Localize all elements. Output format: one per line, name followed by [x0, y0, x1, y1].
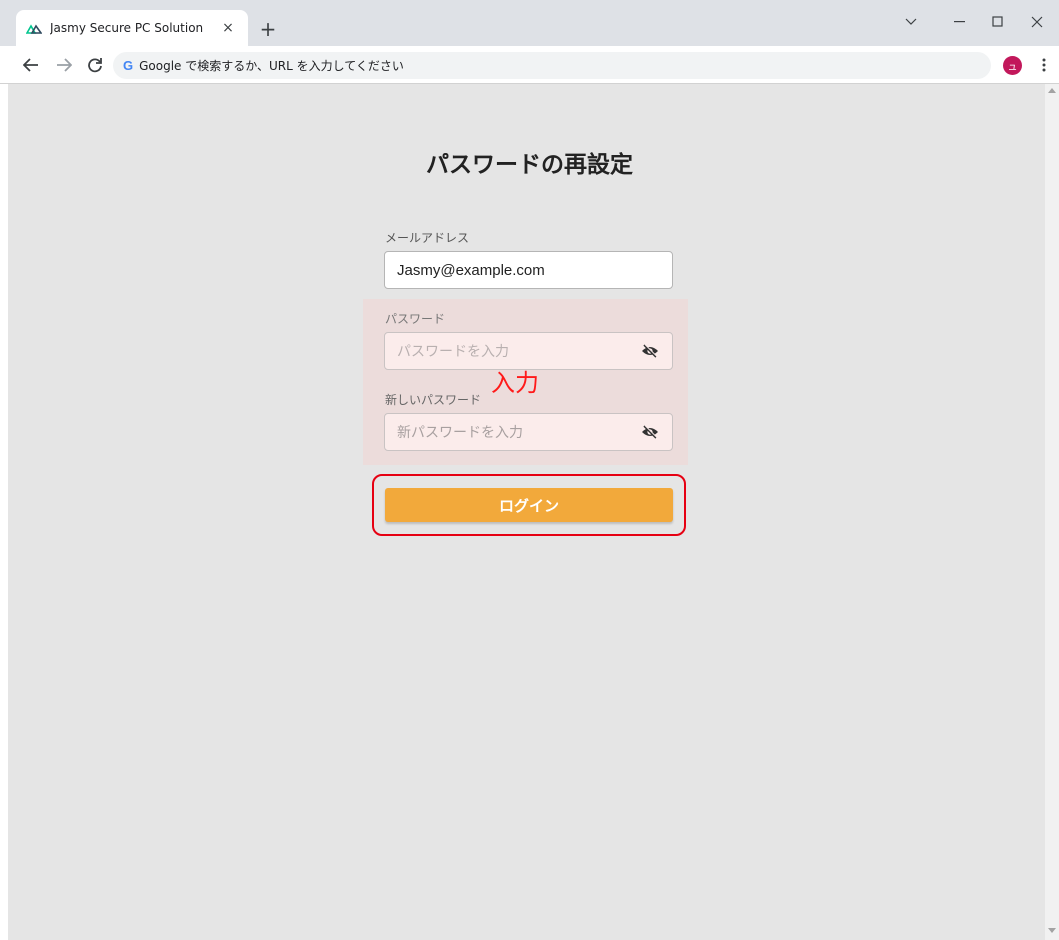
nuxt-logo-icon	[26, 20, 42, 36]
password-field[interactable]: パスワードを入力	[384, 332, 673, 370]
kebab-menu-icon[interactable]	[1036, 55, 1052, 75]
tab-search-icon[interactable]	[891, 8, 931, 36]
input-annotation: 入力	[491, 369, 539, 397]
new-tab-button[interactable]: +	[258, 19, 278, 39]
page-title: パスワードの再設定	[426, 152, 633, 178]
back-arrow-icon[interactable]	[19, 53, 43, 77]
maximize-icon[interactable]	[978, 8, 1018, 36]
address-bar[interactable]: G Google で検索するか、URL を入力してください	[113, 52, 991, 79]
browser-tab[interactable]: Jasmy Secure PC Solution ×	[16, 10, 248, 46]
window-close-icon[interactable]	[1017, 8, 1057, 36]
login-button[interactable]: ログイン	[385, 488, 673, 522]
password-placeholder: パスワードを入力	[397, 344, 509, 360]
email-label: メールアドレス	[385, 231, 470, 245]
email-field[interactable]: Jasmy@example.com	[384, 251, 673, 289]
browser-toolbar: G Google で検索するか、URL を入力してください ュ	[0, 46, 1059, 84]
address-bar-text: Google で検索するか、URL を入力してください	[139, 59, 404, 73]
tab-title: Jasmy Secure PC Solution	[50, 21, 204, 35]
new-password-placeholder: 新パスワードを入力	[397, 425, 523, 441]
tab-strip: Jasmy Secure PC Solution × +	[0, 0, 1059, 46]
vertical-scrollbar[interactable]	[1045, 84, 1059, 940]
profile-avatar[interactable]: ュ	[1003, 56, 1022, 75]
minimize-icon[interactable]	[940, 8, 980, 36]
new-password-field[interactable]: 新パスワードを入力	[384, 413, 673, 451]
google-g-icon: G	[123, 58, 134, 73]
new-password-label: 新しいパスワード	[385, 393, 482, 407]
tab-close-icon[interactable]: ×	[218, 18, 238, 38]
reload-icon[interactable]	[83, 53, 107, 77]
eye-slash-icon[interactable]	[640, 422, 660, 442]
scroll-down-arrow-icon[interactable]	[1048, 928, 1056, 933]
forward-arrow-icon[interactable]	[52, 53, 76, 77]
password-label: パスワード	[385, 312, 446, 326]
browser-chrome: Jasmy Secure PC Solution × + G Google で検…	[0, 0, 1059, 84]
scroll-up-arrow-icon[interactable]	[1048, 88, 1056, 93]
eye-slash-icon[interactable]	[640, 341, 660, 361]
page-left-edge	[0, 84, 8, 940]
